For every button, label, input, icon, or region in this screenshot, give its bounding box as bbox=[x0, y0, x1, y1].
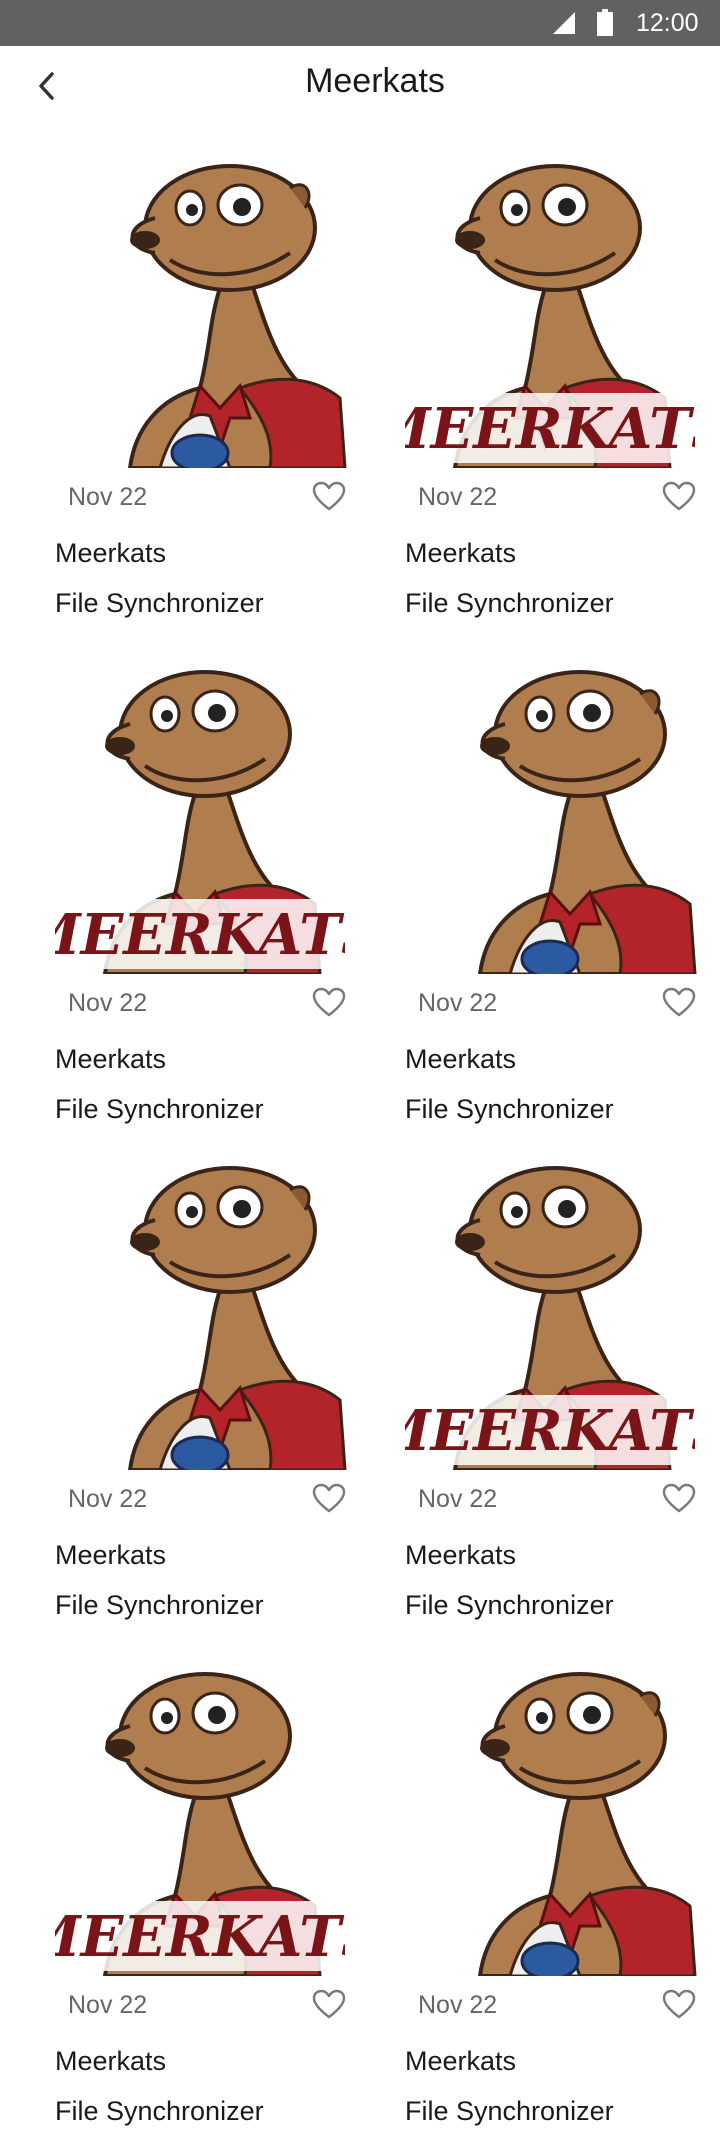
card-title: Meerkats bbox=[55, 538, 167, 568]
grid-card[interactable]: MEERKATS Nov 22 Meerkats File Synchroniz… bbox=[55, 1656, 385, 2126]
grid-card[interactable]: MEERKATS Nov 22 Meerkats File Synchroniz… bbox=[55, 654, 385, 1124]
grid-card[interactable]: Nov 22 Meerkats File Synchronizer bbox=[55, 148, 385, 618]
card-subtitle: File Synchronizer bbox=[405, 1590, 614, 1620]
card-subtitle: File Synchronizer bbox=[405, 588, 614, 618]
card-title: Meerkats bbox=[405, 2046, 517, 2076]
grid-card[interactable]: MEERKATS Nov 22 Meerkats File Synchroniz… bbox=[405, 148, 720, 618]
card-subtitle: File Synchronizer bbox=[55, 588, 264, 618]
logo-wordmark: MEERKATS bbox=[55, 902, 345, 968]
logo-wordmark: MEERKATS bbox=[405, 396, 695, 462]
like-button[interactable] bbox=[309, 478, 349, 518]
card-thumbnail[interactable]: MEERKATS bbox=[405, 1150, 720, 1470]
card-thumbnail[interactable] bbox=[55, 1150, 385, 1470]
logo-wordmark: MEERKATS bbox=[405, 1398, 695, 1464]
meerkat-illustration bbox=[127, 1166, 347, 1470]
like-button[interactable] bbox=[309, 984, 349, 1024]
status-time: 12:00 bbox=[636, 9, 699, 37]
card-date: Nov 22 bbox=[418, 1991, 498, 2019]
grid-card[interactable]: Nov 22 Meerkats File Synchronizer bbox=[405, 654, 720, 1124]
page-title: Meerkats bbox=[305, 62, 445, 100]
meerkat-illustration bbox=[477, 670, 697, 974]
card-thumbnail[interactable]: MEERKATS bbox=[55, 654, 385, 974]
card-subtitle: File Synchronizer bbox=[55, 1094, 264, 1124]
card-subtitle: File Synchronizer bbox=[405, 2096, 614, 2126]
like-button[interactable] bbox=[309, 1986, 349, 2026]
card-title: Meerkats bbox=[405, 1044, 517, 1074]
card-title: Meerkats bbox=[405, 1540, 517, 1570]
card-date: Nov 22 bbox=[68, 1991, 148, 2019]
card-title: Meerkats bbox=[55, 2046, 167, 2076]
card-subtitle: File Synchronizer bbox=[55, 1590, 264, 1620]
heart-outline-icon bbox=[662, 987, 696, 1022]
card-title: Meerkats bbox=[405, 538, 517, 568]
cell-signal-icon bbox=[553, 12, 575, 39]
heart-outline-icon bbox=[312, 1483, 346, 1518]
meerkat-illustration bbox=[127, 164, 347, 468]
meerkat-logo-illustration: MEERKATS bbox=[55, 670, 345, 974]
card-date: Nov 22 bbox=[418, 483, 498, 511]
heart-outline-icon bbox=[662, 481, 696, 516]
card-title: Meerkats bbox=[55, 1540, 167, 1570]
meerkat-logo-illustration: MEERKATS bbox=[405, 1166, 695, 1470]
card-thumbnail[interactable]: MEERKATS bbox=[405, 148, 720, 468]
heart-outline-icon bbox=[662, 1483, 696, 1518]
grid-card[interactable]: Nov 22 Meerkats File Synchronizer bbox=[55, 1150, 385, 1620]
like-button[interactable] bbox=[659, 1480, 699, 1520]
card-title: Meerkats bbox=[55, 1044, 167, 1074]
heart-outline-icon bbox=[662, 1989, 696, 2024]
grid-card[interactable]: Nov 22 Meerkats File Synchronizer bbox=[405, 1656, 720, 2126]
card-date: Nov 22 bbox=[68, 989, 148, 1017]
heart-outline-icon bbox=[312, 481, 346, 516]
meerkat-illustration bbox=[477, 1672, 697, 1976]
app-bar: Meerkats bbox=[0, 46, 720, 136]
heart-outline-icon bbox=[312, 987, 346, 1022]
like-button[interactable] bbox=[659, 1986, 699, 2026]
status-bar: 12:00 bbox=[0, 0, 720, 46]
card-subtitle: File Synchronizer bbox=[405, 1094, 614, 1124]
card-date: Nov 22 bbox=[68, 483, 148, 511]
logo-wordmark: MEERKATS bbox=[55, 1904, 345, 1970]
grid-card[interactable]: MEERKATS Nov 22 Meerkats File Synchroniz… bbox=[405, 1150, 720, 1620]
battery-icon bbox=[597, 9, 613, 41]
card-subtitle: File Synchronizer bbox=[55, 2096, 264, 2126]
heart-outline-icon bbox=[312, 1989, 346, 2024]
meerkat-logo-illustration: MEERKATS bbox=[405, 164, 695, 468]
card-date: Nov 22 bbox=[68, 1485, 148, 1513]
card-thumbnail[interactable]: MEERKATS bbox=[55, 1656, 385, 1976]
like-button[interactable] bbox=[659, 478, 699, 518]
card-date: Nov 22 bbox=[418, 1485, 498, 1513]
like-button[interactable] bbox=[659, 984, 699, 1024]
card-thumbnail[interactable] bbox=[55, 148, 385, 468]
card-thumbnail[interactable] bbox=[405, 654, 720, 974]
card-date: Nov 22 bbox=[418, 989, 498, 1017]
meerkat-logo-illustration: MEERKATS bbox=[55, 1672, 345, 1976]
card-thumbnail[interactable] bbox=[405, 1656, 720, 1976]
like-button[interactable] bbox=[309, 1480, 349, 1520]
